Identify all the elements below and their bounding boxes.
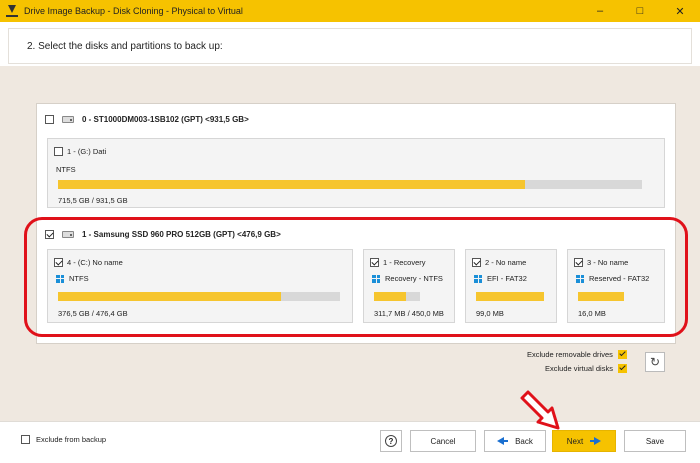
hard-drive-icon (62, 116, 74, 123)
window-title: Drive Image Backup - Disk Cloning - Phys… (24, 6, 243, 16)
exclude-from-backup-label: Exclude from backup (36, 435, 107, 444)
help-button[interactable]: ? (380, 430, 402, 452)
next-label: Next (566, 436, 584, 446)
exclude-from-backup-option[interactable]: Exclude from backup (21, 435, 106, 444)
exclude-virtual-label: Exclude virtual disks (545, 364, 613, 373)
title-bar: Drive Image Backup - Disk Cloning - Phys… (0, 0, 700, 22)
exclude-removable-label: Exclude removable drives (527, 350, 613, 359)
exclude-removable-option[interactable]: Exclude removable drives (527, 350, 627, 359)
partition-card[interactable]: 1 - (G:) Dati NTFS 715,5 GB / 931,5 GB (47, 138, 665, 208)
exclude-virtual-option[interactable]: Exclude virtual disks (545, 364, 627, 373)
step-header: 2. Select the disks and partitions to ba… (8, 28, 692, 64)
exclude-virtual-checkbox[interactable] (617, 364, 627, 373)
usage-bar (58, 180, 642, 189)
highlight-annotation (24, 217, 688, 337)
exclude-from-backup-checkbox[interactable] (21, 435, 30, 444)
help-icon: ? (385, 435, 397, 447)
partition-size: 715,5 GB / 931,5 GB (58, 196, 128, 205)
step-title: 2. Select the disks and partitions to ba… (27, 41, 223, 52)
close-button[interactable]: ✕ (660, 0, 700, 22)
refresh-icon: ↻ (649, 355, 661, 369)
arrow-left-icon (497, 437, 509, 445)
partition-label: 1 - (G:) Dati (67, 147, 107, 156)
disk-label: 0 - ST1000DM003-1SB102 (GPT) <931,5 GB> (82, 115, 249, 124)
pointer-arrow-annotation (520, 390, 560, 430)
minimize-button[interactable]: – (580, 0, 620, 22)
maximize-button[interactable]: □ (620, 0, 660, 22)
partition-checkbox[interactable] (54, 147, 63, 156)
usage-bar-fill (58, 180, 526, 189)
partition-filesystem: NTFS (56, 165, 76, 174)
refresh-button[interactable]: ↻ (645, 352, 665, 372)
disk-checkbox[interactable] (45, 115, 54, 124)
disk-row-0: 0 - ST1000DM003-1SB102 (GPT) <931,5 GB> … (37, 104, 675, 216)
exclude-removable-checkbox[interactable] (617, 350, 627, 359)
save-button[interactable]: Save (624, 430, 686, 452)
app-logo-icon (6, 5, 18, 17)
arrow-right-icon (590, 437, 602, 445)
cancel-button[interactable]: Cancel (410, 430, 476, 452)
back-label: Back (515, 436, 533, 446)
